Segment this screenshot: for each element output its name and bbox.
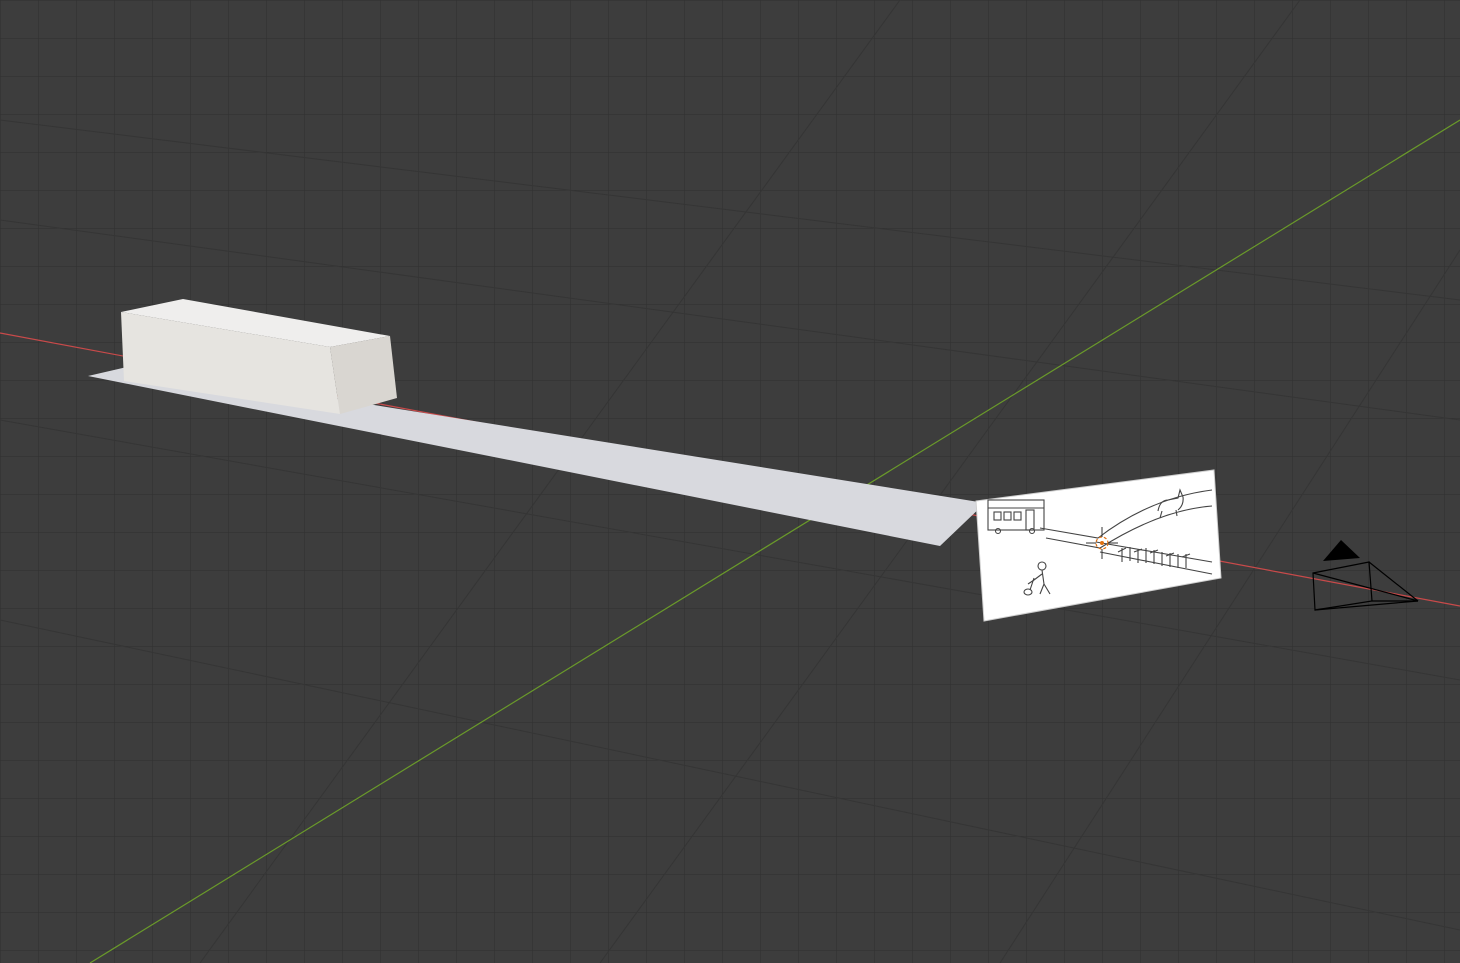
3d-viewport[interactable] [0,0,1460,963]
